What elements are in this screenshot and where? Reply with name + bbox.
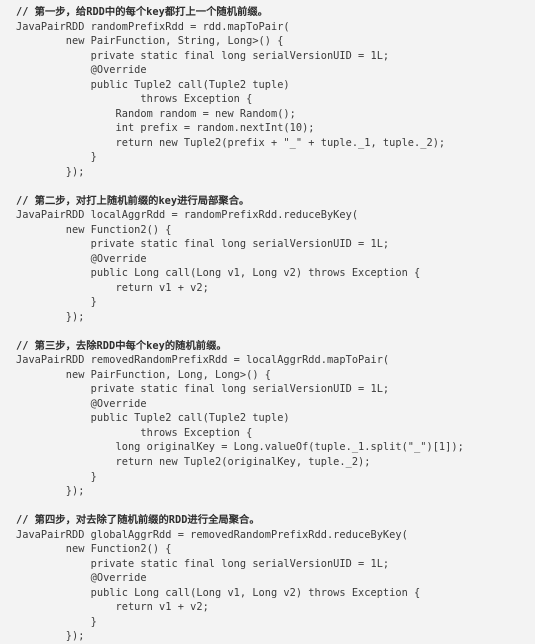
code-body: // 第一步，给RDD中的每个key都打上一个随机前缀。 JavaPairRDD …	[16, 5, 535, 644]
code-line: private static final long serialVersionU…	[16, 383, 390, 396]
code-block-step-3: // 第三步，去除RDD中每个key的随机前缀。 JavaPairRDD remo…	[16, 339, 535, 499]
code-line: }	[16, 296, 97, 309]
code-line: int prefix = random.nextInt(10);	[16, 122, 315, 135]
code-line: JavaPairRDD randomPrefixRdd = rdd.mapToP…	[16, 20, 290, 33]
code-line: new PairFunction, Long, Long>() {	[16, 368, 271, 381]
code-comment-step-1: // 第一步，给RDD中的每个key都打上一个随机前缀。	[16, 6, 268, 18]
code-snippet-surface: // 第一步，给RDD中的每个key都打上一个随机前缀。 JavaPairRDD …	[0, 0, 535, 643]
code-line: return new Tuple2(prefix + "_" + tuple._…	[16, 136, 446, 149]
code-line: public Long call(Long v1, Long v2) throw…	[16, 267, 421, 280]
code-line: public Tuple2 call(Tuple2 tuple)	[16, 78, 290, 91]
code-line: return v1 + v2;	[16, 281, 209, 294]
code-line: @Override	[16, 64, 147, 77]
code-line: throws Exception {	[16, 93, 253, 106]
code-block-step-2: // 第二步，对打上随机前缀的key进行局部聚合。 JavaPairRDD loc…	[16, 194, 535, 325]
code-comment-step-3: // 第三步，去除RDD中每个key的随机前缀。	[16, 339, 227, 352]
code-line: private static final long serialVersionU…	[16, 238, 390, 251]
code-line: });	[16, 310, 85, 323]
code-block-step-4: // 第四步，对去除了随机前缀的RDD进行全局聚合。 JavaPairRDD gl…	[16, 513, 535, 644]
code-line: private static final long serialVersionU…	[16, 49, 390, 62]
code-line: JavaPairRDD removedRandomPrefixRdd = loc…	[16, 354, 390, 367]
code-line: JavaPairRDD globalAggrRdd = removedRando…	[16, 528, 408, 541]
code-comment-step-4: // 第四步，对去除了随机前缀的RDD进行全局聚合。	[16, 514, 260, 527]
code-line: }	[16, 470, 97, 483]
code-line: }	[16, 615, 97, 628]
code-line: new Function2() {	[16, 223, 172, 236]
code-comment-step-2: // 第二步，对打上随机前缀的key进行局部聚合。	[16, 194, 250, 207]
code-line: });	[16, 630, 85, 643]
code-block-step-1: // 第一步，给RDD中的每个key都打上一个随机前缀。 JavaPairRDD …	[16, 5, 535, 179]
code-line: @Override	[16, 397, 147, 410]
code-line: private static final long serialVersionU…	[16, 557, 390, 570]
code-line: new PairFunction, String, Long>() {	[16, 35, 284, 48]
code-line: }	[16, 151, 97, 164]
code-line: throws Exception {	[16, 426, 253, 439]
code-line: public Tuple2 call(Tuple2 tuple)	[16, 412, 290, 425]
code-line: long originalKey = Long.valueOf(tuple._1…	[16, 441, 464, 454]
code-line: public Long call(Long v1, Long v2) throw…	[16, 586, 421, 599]
code-line: });	[16, 485, 85, 498]
code-line: @Override	[16, 252, 147, 265]
code-line: @Override	[16, 572, 147, 585]
code-line: return v1 + v2;	[16, 601, 209, 614]
code-line: new Function2() {	[16, 543, 172, 556]
code-line: });	[16, 165, 85, 178]
code-line: return new Tuple2(originalKey, tuple._2)…	[16, 455, 371, 468]
code-line: JavaPairRDD localAggrRdd = randomPrefixR…	[16, 209, 359, 222]
code-line: Random random = new Random();	[16, 107, 296, 120]
